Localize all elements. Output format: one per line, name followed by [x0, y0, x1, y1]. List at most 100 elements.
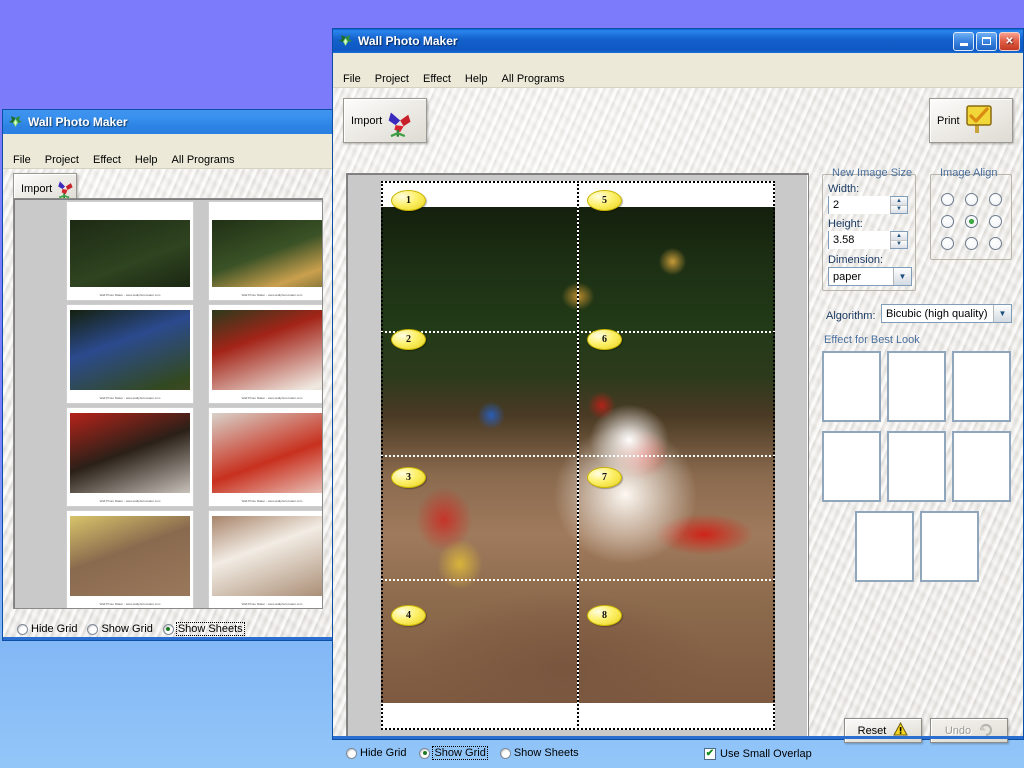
chevron-down-icon[interactable]: ▼	[993, 305, 1011, 322]
effect-thumb-original[interactable]	[822, 351, 881, 422]
width-label: Width:	[828, 183, 860, 195]
maximize-button[interactable]	[976, 31, 997, 51]
list-item[interactable]: Wall Photo Maker - www.wallphotomaker.co…	[66, 407, 194, 507]
height-spin-arrows[interactable]: ▲ ▼	[890, 232, 907, 248]
align-bottom-center[interactable]	[964, 236, 978, 250]
background-window-menubar[interactable]: File Project Effect Help All Programs	[3, 151, 334, 169]
tile-badge-2[interactable]: 2	[391, 329, 426, 350]
import-label: Import	[351, 114, 383, 127]
effect-thumb-sharpen[interactable]	[952, 431, 1011, 502]
bg-radio-hide-grid[interactable]: Hide Grid	[17, 623, 77, 635]
align-middle-center[interactable]	[964, 214, 978, 228]
tile-badge-3[interactable]: 3	[391, 467, 426, 488]
align-middle-right[interactable]	[988, 214, 1002, 228]
bg-radio-show-sheets[interactable]: Show Sheets	[162, 622, 245, 636]
close-button[interactable]: ✕	[999, 31, 1020, 51]
effect-thumb-night[interactable]	[887, 351, 946, 422]
sheet-caption: Wall Photo Maker - www.wallphotomaker.co…	[241, 396, 303, 400]
align-top-center[interactable]	[964, 192, 978, 206]
align-bottom-right[interactable]	[988, 236, 1002, 250]
width-spin-arrows[interactable]: ▲ ▼	[890, 197, 907, 213]
algorithm-select[interactable]: Bicubic (high quality) ▼	[881, 304, 1012, 323]
radio-show-grid[interactable]: Show Grid	[419, 746, 488, 760]
effect-thumb-soft-focus[interactable]	[822, 431, 881, 502]
radio-indicator	[346, 747, 357, 759]
list-item[interactable]: Wall Photo Maker - www.wallphotomaker.co…	[208, 304, 322, 404]
use-small-overlap-checkbox[interactable]: ✔ Use Small Overlap	[704, 748, 812, 760]
canvas-pane[interactable]: 1 2 3 4 5 6 7 8	[346, 173, 809, 738]
print-button[interactable]: Print	[929, 98, 1013, 143]
import-button[interactable]: Import	[343, 98, 427, 143]
radio-show-sheets[interactable]: Show Sheets	[499, 747, 579, 759]
align-middle-left[interactable]	[940, 214, 954, 228]
bg-menu-file[interactable]: File	[7, 153, 37, 167]
bg-menu-project[interactable]: Project	[39, 153, 85, 167]
bg-menu-effect[interactable]: Effect	[87, 153, 127, 167]
height-stepper[interactable]: ▲ ▼	[828, 231, 908, 249]
chevron-down-icon[interactable]: ▼	[893, 268, 911, 285]
chevron-up-icon[interactable]: ▲	[891, 197, 907, 206]
tile-badge-4[interactable]: 4	[391, 605, 426, 626]
radio-hide-grid-label: Hide Grid	[360, 747, 407, 759]
window-controls[interactable]: ✕	[953, 31, 1020, 51]
menu-effect[interactable]: Effect	[417, 72, 457, 86]
list-item[interactable]: Wall Photo Maker - www.wallphotomaker.co…	[66, 510, 194, 608]
chevron-down-icon[interactable]: ▼	[891, 240, 907, 248]
bg-grid-mode-group[interactable]: Hide Grid Show Grid Show Sheets	[17, 622, 245, 636]
maximize-icon	[982, 37, 991, 45]
menu-file[interactable]: File	[337, 72, 367, 86]
sheet-thumb	[70, 516, 190, 596]
align-bottom-left[interactable]	[940, 236, 954, 250]
radio-hide-grid[interactable]: Hide Grid	[346, 747, 406, 759]
list-item[interactable]: Wall Photo Maker - www.wallphotomaker.co…	[208, 407, 322, 507]
width-stepper[interactable]: ▲ ▼	[828, 196, 908, 214]
minimize-icon	[959, 42, 968, 46]
menu-all-programs[interactable]: All Programs	[496, 72, 571, 86]
sheet-thumb	[70, 413, 190, 493]
minimize-button[interactable]	[953, 31, 974, 51]
bg-sheets-pane[interactable]: Wall Photo Maker - www.wallphotomaker.co…	[13, 198, 323, 609]
align-top-right[interactable]	[988, 192, 1002, 206]
tile-badge-1[interactable]: 1	[391, 190, 426, 211]
sheet-thumb	[212, 220, 322, 287]
sheet-area[interactable]: 1 2 3 4 5 6 7 8	[381, 181, 775, 730]
list-item[interactable]: Wall Photo Maker - www.wallphotomaker.co…	[66, 201, 194, 301]
list-item[interactable]: Wall Photo Maker - www.wallphotomaker.co…	[208, 201, 322, 301]
menu-help[interactable]: Help	[459, 72, 494, 86]
effect-thumb-invert[interactable]	[952, 351, 1011, 422]
bg-menu-help[interactable]: Help	[129, 153, 164, 167]
effect-thumb-emboss[interactable]	[887, 431, 946, 502]
image-align-radio-grid[interactable]	[935, 188, 1007, 254]
background-window[interactable]: Wall Photo Maker File Project Effect Hel…	[2, 109, 335, 641]
effect-thumb-sketch[interactable]	[855, 511, 914, 582]
height-label: Height:	[828, 218, 863, 230]
main-menubar[interactable]: File Project Effect Help All Programs	[333, 70, 1023, 88]
bg-radio-show-grid[interactable]: Show Grid	[87, 623, 153, 635]
dimension-select[interactable]: paper ▼	[828, 267, 912, 286]
list-item[interactable]: Wall Photo Maker - www.wallphotomaker.co…	[66, 304, 194, 404]
menu-project[interactable]: Project	[369, 72, 415, 86]
tile-badge-5[interactable]: 5	[587, 190, 622, 211]
sheet-thumb	[212, 413, 322, 493]
bg-menu-all-programs[interactable]: All Programs	[166, 153, 241, 167]
main-titlebar[interactable]: Wall Photo Maker ✕	[333, 29, 1023, 53]
flower-icon	[384, 109, 411, 137]
tile-badge-6[interactable]: 6	[587, 329, 622, 350]
chevron-down-icon[interactable]: ▼	[891, 205, 907, 213]
list-item[interactable]: Wall Photo Maker - www.wallphotomaker.co…	[208, 510, 322, 608]
background-window-titlebar[interactable]: Wall Photo Maker	[3, 110, 334, 134]
radio-show-sheets-label: Show Sheets	[513, 747, 579, 759]
main-window[interactable]: Wall Photo Maker ✕ File Project Effect H…	[332, 28, 1024, 760]
chevron-up-icon[interactable]: ▲	[891, 232, 907, 241]
effect-thumb-vivid[interactable]	[920, 511, 979, 582]
dimension-label: Dimension:	[828, 254, 884, 266]
tile-badge-7[interactable]: 7	[587, 467, 622, 488]
undo-button[interactable]: Undo	[930, 718, 1008, 743]
reset-button[interactable]: Reset	[844, 718, 922, 743]
height-input[interactable]	[829, 231, 890, 249]
grid-mode-group[interactable]: Hide Grid Show Grid Show Sheets	[346, 746, 579, 760]
width-input[interactable]	[829, 196, 890, 214]
main-client-area: File Project Effect Help All Programs Im…	[333, 70, 1023, 760]
tile-badge-8[interactable]: 8	[587, 605, 622, 626]
align-top-left[interactable]	[940, 192, 954, 206]
